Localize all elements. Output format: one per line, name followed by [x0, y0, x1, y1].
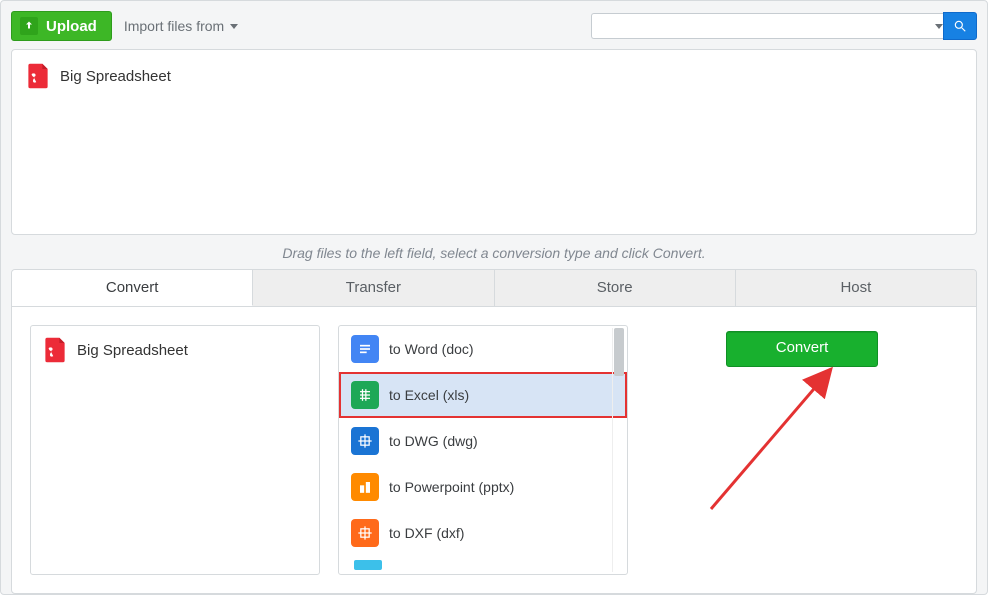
hint-text: Drag files to the left field, select a c… [11, 245, 977, 261]
tab-panel-convert: Big Spreadsheet to Word (doc) to Excel (… [11, 306, 977, 594]
search-input[interactable] [591, 13, 951, 39]
format-option-excel[interactable]: to Excel (xls) [339, 372, 627, 418]
format-option-ppt[interactable]: to Powerpoint (pptx) [339, 464, 627, 510]
tab-convert[interactable]: Convert [12, 270, 253, 306]
format-label: to Word (doc) [389, 341, 474, 357]
upload-button[interactable]: Upload [11, 11, 112, 41]
format-option-more[interactable] [339, 556, 627, 572]
search-button[interactable] [943, 12, 977, 40]
more-format-icon [354, 560, 382, 570]
pdf-icon [41, 336, 69, 364]
convert-button[interactable]: Convert [726, 331, 878, 367]
import-files-dropdown[interactable]: Import files from [118, 14, 244, 38]
excel-icon [351, 381, 379, 409]
app-window: Upload Import files from Big Spreadsheet… [0, 0, 988, 595]
selected-files-panel: Big Spreadsheet [30, 325, 320, 575]
tab-store[interactable]: Store [495, 270, 736, 306]
format-list: to Word (doc) to Excel (xls) to DWG (dwg… [339, 326, 627, 574]
powerpoint-icon [351, 473, 379, 501]
tab-host[interactable]: Host [736, 270, 976, 306]
search-icon [953, 19, 967, 33]
scroll-thumb[interactable] [614, 328, 624, 376]
dropped-file-name: Big Spreadsheet [60, 68, 171, 85]
search-group [591, 12, 977, 40]
format-option-word[interactable]: to Word (doc) [339, 326, 627, 372]
format-label: to DWG (dwg) [389, 433, 478, 449]
chevron-down-icon [230, 24, 238, 29]
word-doc-icon [351, 335, 379, 363]
format-list-panel: to Word (doc) to Excel (xls) to DWG (dwg… [338, 325, 628, 575]
pdf-icon [24, 62, 52, 90]
action-panel: Convert [646, 325, 958, 575]
dxf-icon [351, 519, 379, 547]
selected-file[interactable]: Big Spreadsheet [41, 336, 188, 364]
format-label: to DXF (dxf) [389, 525, 464, 541]
tab-transfer[interactable]: Transfer [253, 270, 494, 306]
file-drop-zone[interactable]: Big Spreadsheet [11, 49, 977, 235]
selected-file-name: Big Spreadsheet [77, 342, 188, 359]
format-label: to Excel (xls) [389, 387, 469, 403]
dwg-icon [351, 427, 379, 455]
dropped-file[interactable]: Big Spreadsheet [24, 62, 171, 90]
upload-icon [20, 17, 38, 35]
format-label: to Powerpoint (pptx) [389, 479, 514, 495]
upload-label: Upload [46, 18, 97, 35]
format-option-dwg[interactable]: to DWG (dwg) [339, 418, 627, 464]
tab-bar: Convert Transfer Store Host [11, 269, 977, 306]
import-files-label: Import files from [124, 18, 224, 34]
format-option-dxf[interactable]: to DXF (dxf) [339, 510, 627, 556]
top-toolbar: Upload Import files from [11, 11, 977, 41]
format-scrollbar[interactable] [612, 328, 625, 572]
